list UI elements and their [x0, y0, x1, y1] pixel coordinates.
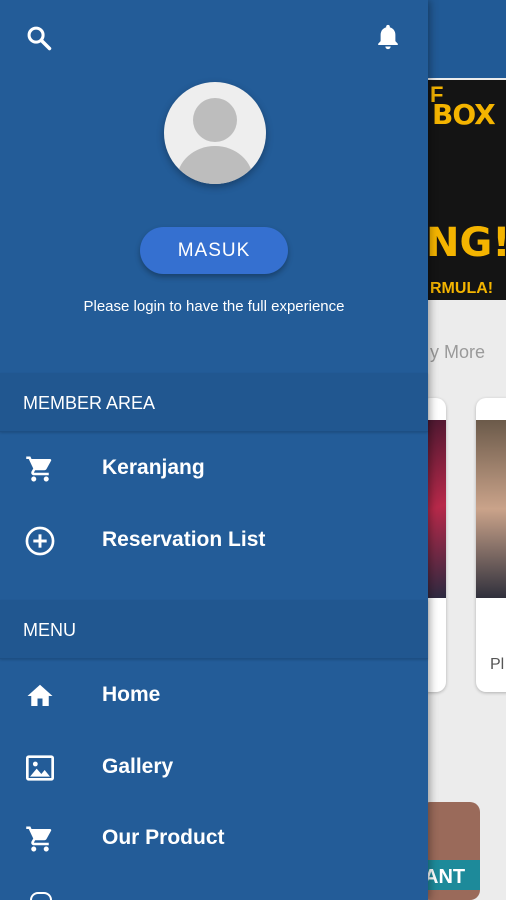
product-card[interactable]: Pl — [476, 398, 506, 692]
bottom-card[interactable]: ANT — [420, 802, 480, 900]
drawer-item-keranjang[interactable]: Keranjang — [0, 436, 428, 500]
login-button[interactable]: MASUK — [140, 227, 288, 274]
product-card-label: Pl — [490, 656, 505, 673]
banner-text: BOX — [432, 98, 496, 131]
promo-banner[interactable]: F BOX NG! RMULA! — [428, 80, 506, 300]
cart-icon — [24, 453, 56, 485]
banner-text: NG! — [428, 220, 506, 266]
member-area-title: MEMBER AREA — [23, 393, 156, 413]
drawer-item-label: Gallery — [102, 755, 174, 778]
drawer-item-label: Keranjang — [102, 456, 205, 479]
drawer-item-reservation-list[interactable]: Reservation List — [0, 508, 428, 572]
home-icon — [24, 680, 56, 712]
product-image — [476, 420, 506, 598]
bottom-card-text: ANT — [424, 866, 466, 888]
bell-icon[interactable] — [373, 22, 403, 52]
menu-title: MENU — [23, 620, 76, 640]
search-icon[interactable] — [24, 23, 54, 53]
image-icon — [24, 752, 56, 784]
menu-header: MENU — [0, 600, 428, 659]
drawer-item-our-product[interactable]: Our Product — [0, 806, 428, 870]
drawer-item-gallery[interactable]: Gallery — [0, 735, 428, 799]
next-item-icon — [30, 892, 52, 900]
login-note: Please login to have the full experience — [83, 298, 345, 315]
navigation-drawer: MASUK Please login to have the full expe… — [0, 0, 428, 900]
member-area-header: MEMBER AREA — [0, 373, 428, 432]
drawer-item-home[interactable]: Home — [0, 663, 428, 727]
avatar[interactable] — [164, 82, 266, 184]
drawer-item-label: Home — [102, 683, 161, 706]
drawer-item-label: Our Product — [102, 826, 225, 849]
view-more-link[interactable]: y More — [430, 342, 485, 363]
banner-text: RMULA! — [430, 280, 494, 297]
cart-icon — [24, 823, 56, 855]
drawer-item-label: Reservation List — [102, 528, 266, 551]
add-circle-icon — [24, 525, 56, 557]
